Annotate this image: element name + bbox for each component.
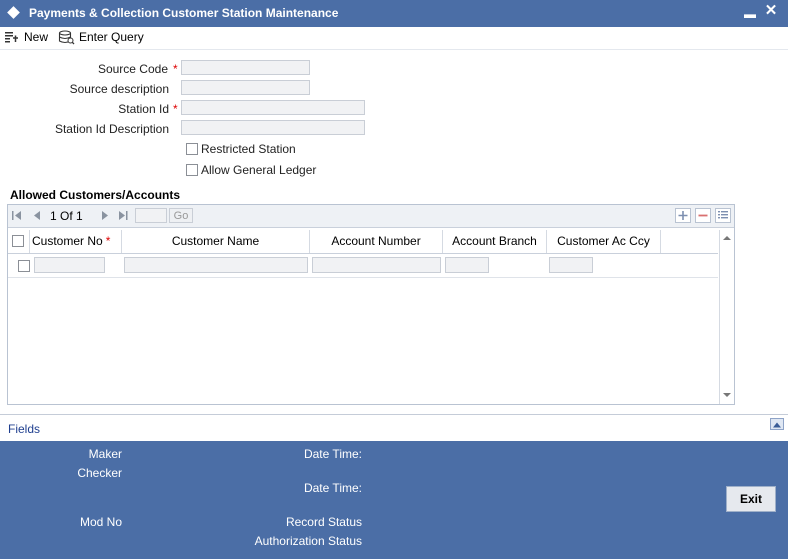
- customer-name-input[interactable]: [124, 257, 308, 273]
- new-document-icon: [5, 32, 18, 43]
- checker-label: Checker: [77, 466, 122, 480]
- grid-pagination-bar: 1 Of 1 Go: [8, 205, 734, 228]
- record-status-label: Record Status: [285, 515, 362, 529]
- query-database-icon: [58, 29, 75, 44]
- customer-ac-ccy-input[interactable]: [549, 257, 593, 273]
- toolbar: New Enter Query: [0, 27, 788, 50]
- page-number-input[interactable]: [135, 208, 167, 223]
- fields-bar: Fields: [0, 414, 788, 442]
- allowed-customers-section-title: Allowed Customers/Accounts: [10, 188, 181, 202]
- maker-label: Maker: [88, 447, 122, 461]
- close-button[interactable]: ✕: [764, 3, 778, 18]
- page-current: 1: [50, 209, 57, 223]
- column-header-customer-no[interactable]: Customer No *: [30, 230, 122, 253]
- account-branch-input[interactable]: [445, 257, 489, 273]
- page-of: Of: [60, 209, 73, 223]
- audit-footer: Maker Date Time: Checker Date Time: Mod …: [0, 441, 788, 559]
- source-description-input[interactable]: [181, 80, 310, 95]
- source-description-label: Source description: [69, 82, 169, 96]
- column-header-customer-ac-ccy[interactable]: Customer Ac Ccy: [547, 230, 661, 253]
- required-marker: *: [105, 234, 111, 248]
- checker-date-time-label: Date Time:: [303, 481, 362, 495]
- account-number-input[interactable]: [312, 257, 441, 273]
- window-titlebar: Payments & Collection Customer Station M…: [0, 0, 788, 27]
- station-id-label: Station Id: [118, 102, 169, 116]
- restricted-station-label: Restricted Station: [201, 142, 296, 156]
- allowed-customers-grid: 1 Of 1 Go Customer No * Customer Name Ac…: [7, 204, 735, 405]
- last-page-icon[interactable]: [118, 210, 128, 221]
- required-marker: *: [173, 62, 178, 76]
- restricted-station-checkbox[interactable]: [186, 143, 198, 155]
- station-id-input[interactable]: [181, 100, 365, 115]
- page-total: 1: [76, 209, 83, 223]
- allow-general-ledger-label: Allow General Ledger: [201, 163, 317, 177]
- window-title: Payments & Collection Customer Station M…: [29, 6, 339, 20]
- column-header-account-branch[interactable]: Account Branch: [443, 230, 547, 253]
- enter-query-button[interactable]: Enter Query: [58, 28, 144, 46]
- select-all-cell: [8, 230, 30, 253]
- plus-icon[interactable]: [675, 208, 691, 223]
- minus-icon[interactable]: [695, 208, 711, 223]
- grid-vertical-scrollbar[interactable]: [719, 230, 734, 404]
- scroll-down-icon[interactable]: [720, 390, 734, 400]
- station-id-description-label: Station Id Description: [54, 122, 169, 136]
- required-marker: *: [173, 102, 178, 116]
- new-button[interactable]: New: [4, 28, 48, 46]
- column-header-customer-name[interactable]: Customer Name: [122, 230, 310, 253]
- previous-page-icon[interactable]: [32, 210, 42, 221]
- list-view-icon[interactable]: [715, 208, 731, 223]
- enter-query-button-label: Enter Query: [79, 30, 144, 44]
- station-id-description-input[interactable]: [181, 120, 365, 135]
- source-code-label: Source Code: [97, 62, 168, 76]
- maker-date-time-label: Date Time:: [303, 447, 362, 461]
- fields-link[interactable]: Fields: [8, 422, 40, 436]
- grid-header: Customer No * Customer Name Account Numbe…: [8, 230, 718, 254]
- minimize-button[interactable]: ▬: [744, 8, 756, 20]
- select-all-checkbox[interactable]: [12, 235, 24, 247]
- scroll-up-icon[interactable]: [720, 233, 734, 243]
- new-button-label: New: [24, 30, 49, 44]
- allow-general-ledger-checkbox[interactable]: [186, 164, 198, 176]
- go-button[interactable]: Go: [169, 208, 193, 223]
- source-code-input[interactable]: [181, 60, 310, 75]
- row-select-checkbox[interactable]: [18, 260, 30, 272]
- first-page-icon[interactable]: [12, 210, 22, 221]
- diamond-icon: [7, 6, 20, 19]
- customer-no-input[interactable]: [34, 257, 105, 273]
- next-page-icon[interactable]: [100, 210, 110, 221]
- authorization-status-label: Authorization Status: [254, 534, 362, 548]
- exit-button[interactable]: Exit: [726, 486, 776, 512]
- column-header-account-number[interactable]: Account Number: [310, 230, 443, 253]
- mod-no-label: Mod No: [79, 515, 122, 529]
- chevron-up-icon[interactable]: [770, 418, 784, 430]
- table-row: [8, 254, 718, 278]
- page-indicator: 1 Of 1: [50, 209, 83, 223]
